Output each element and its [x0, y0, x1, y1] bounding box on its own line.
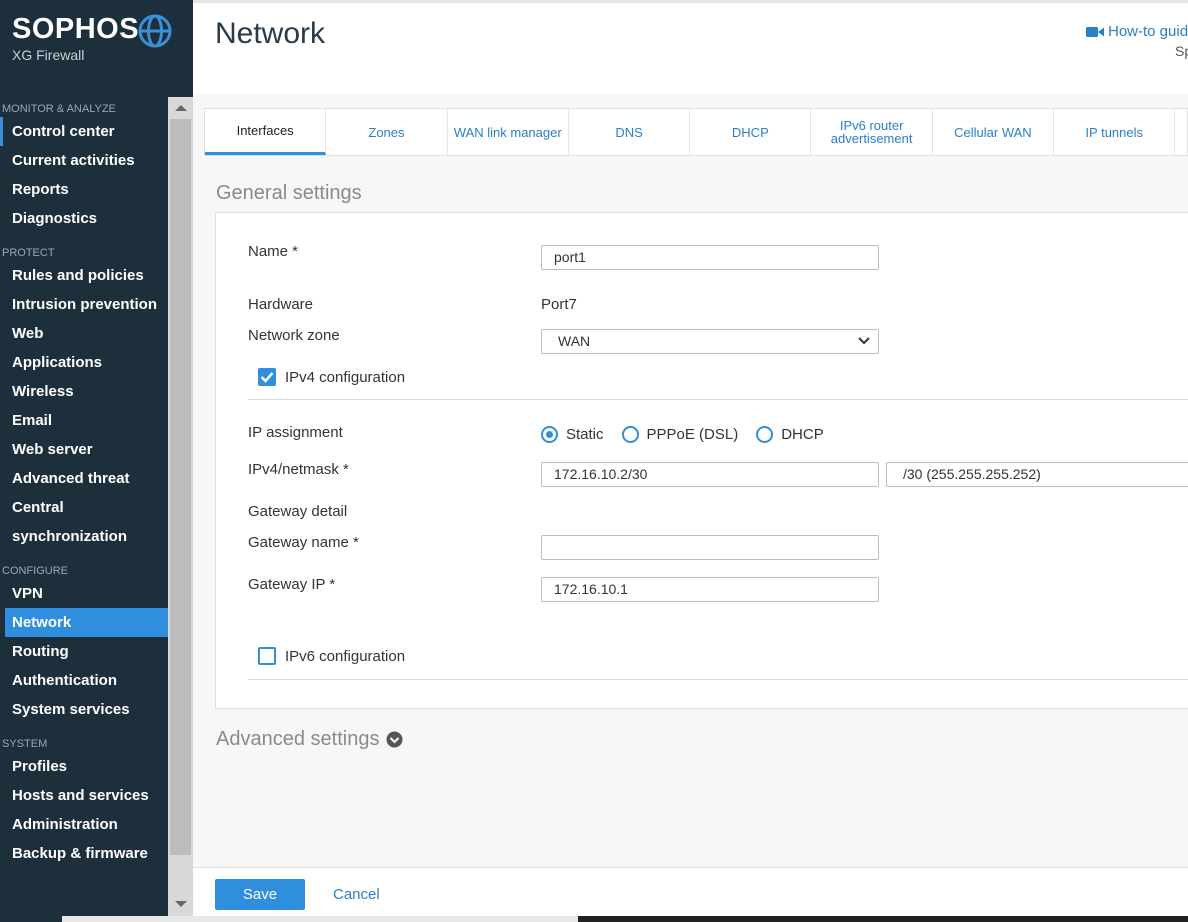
section-title-general: General settings: [216, 182, 362, 204]
tab-bar: Interfaces Zones WAN link manager DNS DH…: [204, 108, 1188, 156]
radio-static-label: Static: [566, 426, 604, 443]
scrollbar-thumb[interactable]: [170, 119, 191, 855]
sidebar-item-network[interactable]: Network: [5, 608, 168, 637]
howto-guide-label: How-to guid: [1108, 23, 1188, 40]
sidebar-item-control-center[interactable]: Control center: [0, 117, 168, 146]
sidebar-item-administration[interactable]: Administration: [0, 810, 168, 839]
sidebar-item-backup-firmware[interactable]: Backup & firmware: [0, 839, 168, 868]
radio-pppoe-dot[interactable]: [621, 426, 639, 443]
nav-section-protect: PROTECT: [2, 247, 55, 259]
sidebar-item-vpn[interactable]: VPN: [0, 579, 168, 608]
tab-wan-link-manager[interactable]: WAN link manager: [448, 109, 569, 155]
tab-ipv6-router-advertisement[interactable]: IPv6 router advertisement: [811, 109, 933, 155]
save-button[interactable]: Save: [215, 879, 305, 910]
nav-section-system: SYSTEM: [2, 738, 48, 750]
hardware-label: Hardware: [248, 296, 314, 313]
gateway-name-label: Gateway name *: [248, 534, 359, 551]
chevron-circle-icon: [386, 731, 403, 748]
sidebar-scrollbar[interactable]: [168, 97, 193, 916]
footer-bar: Save Cancel: [193, 867, 1188, 922]
hardware-value: Port7: [541, 296, 577, 313]
nav-section-configure: CONFIGURE: [2, 565, 68, 577]
ipv4-config-label: IPv4 configuration: [285, 368, 406, 386]
sidebar-item-profiles[interactable]: Profiles: [0, 752, 168, 781]
netmask-select[interactable]: /30 (255.255.255.252): [886, 462, 1188, 487]
sidebar-item-current-activities[interactable]: Current activities: [0, 146, 168, 175]
gateway-ip-input[interactable]: 172.16.10.1: [541, 577, 879, 602]
name-label: Name *: [248, 243, 299, 260]
radio-pppoe-label: PPPoE (DSL): [646, 426, 739, 443]
sidebar-item-email[interactable]: Email: [0, 406, 168, 435]
sidebar-item-system-services[interactable]: System services: [0, 695, 168, 724]
howto-guide-link[interactable]: How-to guid: [1086, 23, 1188, 40]
divider: [248, 399, 1188, 400]
sidebar-item-applications[interactable]: Applications: [0, 348, 168, 377]
sidebar-item-hosts-and-services[interactable]: Hosts and services: [0, 781, 168, 810]
tab-cellular-wan[interactable]: Cellular WAN: [933, 109, 1055, 155]
bottom-strip: [62, 916, 1188, 922]
brand-logo: SOPHOS XG Firewall: [12, 12, 139, 63]
video-icon: [1086, 26, 1104, 37]
tab-ip-tunnels[interactable]: IP tunnels: [1054, 109, 1176, 155]
radio-pppoe[interactable]: PPPoE (DSL): [621, 426, 739, 443]
sidebar-item-rules-and-policies[interactable]: Rules and policies: [0, 261, 168, 290]
tab-zones[interactable]: Zones: [326, 109, 448, 155]
sidebar-item-wireless[interactable]: Wireless: [0, 377, 168, 406]
ipv4-config-checkbox[interactable]: [258, 368, 276, 386]
ipv4-netmask-label: IPv4/netmask *: [248, 461, 349, 478]
divider: [248, 679, 1188, 680]
sidebar-item-web[interactable]: Web: [0, 319, 168, 348]
radio-dhcp[interactable]: DHCP: [756, 426, 824, 443]
network-zone-value: WAN: [558, 333, 591, 349]
network-zone-select[interactable]: WAN: [541, 329, 879, 354]
bottom-strip-dark: [578, 916, 1188, 922]
checkmark-icon: [260, 372, 274, 383]
tab-dhcp[interactable]: DHCP: [690, 109, 812, 155]
advanced-settings-toggle[interactable]: Advanced settings: [216, 728, 403, 751]
general-settings-panel: [215, 212, 1188, 709]
gateway-detail-label: Gateway detail: [248, 503, 348, 520]
radio-dhcp-dot[interactable]: [756, 426, 774, 443]
sidebar-item-central[interactable]: Central: [0, 493, 168, 522]
brand-product: XG Firewall: [12, 47, 85, 63]
sidebar-item-reports[interactable]: Reports: [0, 175, 168, 204]
tab-dns[interactable]: DNS: [569, 109, 691, 155]
scroll-down-arrow-icon[interactable]: [175, 901, 187, 907]
sidebar-item-intrusion-prevention[interactable]: Intrusion prevention: [0, 290, 168, 319]
sidebar-nav: MONITOR & ANALYZE Control center Current…: [0, 97, 168, 868]
sidebar: SOPHOS XG Firewall MONITOR & ANALYZE Con…: [0, 0, 193, 922]
ip-assignment-radio-group: Static PPPoE (DSL) DHCP: [541, 426, 842, 443]
header-right-text: Sp: [1175, 43, 1188, 59]
sidebar-item-routing[interactable]: Routing: [0, 637, 168, 666]
sidebar-item-diagnostics[interactable]: Diagnostics: [0, 204, 168, 233]
brand-name: SOPHOS: [12, 13, 140, 45]
chevron-down-icon: [858, 337, 870, 345]
ipv6-config-checkbox[interactable]: [258, 647, 276, 665]
sidebar-item-authentication[interactable]: Authentication: [0, 666, 168, 695]
gateway-ip-label: Gateway IP *: [248, 576, 336, 593]
radio-static[interactable]: Static: [541, 426, 604, 443]
page-header: Network How-to guid Sp: [193, 0, 1188, 94]
ipv4-config-row[interactable]: IPv4 configuration: [258, 368, 405, 386]
sidebar-item-web-server[interactable]: Web server: [0, 435, 168, 464]
ipv6-config-row[interactable]: IPv6 configuration: [258, 647, 405, 665]
radio-static-dot[interactable]: [541, 426, 558, 443]
name-input[interactable]: port1: [541, 245, 879, 270]
ip-assignment-label: IP assignment: [248, 424, 343, 441]
sidebar-item-advanced-threat[interactable]: Advanced threat: [0, 464, 168, 493]
nav-section-monitor: MONITOR & ANALYZE: [2, 103, 116, 115]
ipv6-config-label: IPv6 configuration: [285, 647, 406, 665]
scroll-up-arrow-icon[interactable]: [175, 105, 187, 111]
bottom-strip-light: [62, 916, 578, 922]
sidebar-item-synchronization[interactable]: synchronization: [0, 522, 168, 551]
globe-icon: [138, 14, 172, 48]
radio-dhcp-label: DHCP: [781, 426, 824, 443]
gateway-name-input[interactable]: [541, 535, 879, 560]
ipv4-address-input[interactable]: 172.16.10.2/30: [541, 462, 879, 487]
cancel-button[interactable]: Cancel: [333, 886, 380, 903]
tab-interfaces[interactable]: Interfaces: [205, 109, 327, 155]
page-title: Network: [215, 17, 326, 50]
network-zone-label: Network zone: [248, 327, 340, 344]
advanced-settings-label: Advanced settings: [216, 728, 380, 750]
